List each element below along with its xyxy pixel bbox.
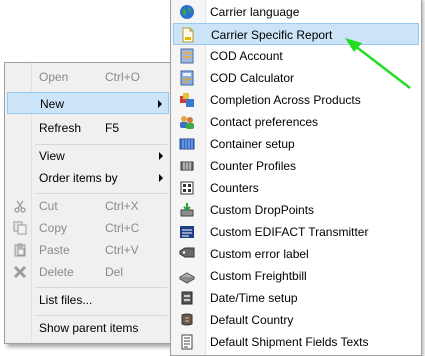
- submenu-item-cod-calculator[interactable]: COD Calculator: [173, 67, 419, 89]
- submenu-item-custom-edifact-transmitter[interactable]: Custom EDIFACT Transmitter: [173, 221, 419, 243]
- submenu-item-contact-preferences[interactable]: Contact preferences: [173, 111, 419, 133]
- menu-item-label: New: [40, 97, 65, 111]
- submenu-item-label: Default Country: [210, 313, 294, 327]
- copy-icon: [13, 221, 27, 235]
- counter-profile-icon: [180, 161, 194, 171]
- shortcut-label: Ctrl+O: [105, 70, 141, 84]
- submenu-item-label: Carrier Specific Report: [211, 28, 333, 42]
- shortcut-label: Ctrl+X: [105, 199, 139, 213]
- datetime-icon: [181, 291, 193, 305]
- shortcut-label: F5: [105, 121, 120, 135]
- submenu-arrow-icon: [159, 152, 163, 160]
- completion-icon: [180, 93, 194, 107]
- submenu-item-custom-error-label[interactable]: Custom error label: [173, 243, 419, 265]
- menu-item-view[interactable]: View: [7, 145, 169, 167]
- menu-separator: [35, 315, 167, 316]
- menu-item-label: Cut: [39, 199, 58, 213]
- submenu-item-label: Container setup: [210, 137, 295, 151]
- menu-item-label: Delete: [39, 265, 74, 279]
- menu-item-copy[interactable]: Copy Ctrl+C: [7, 217, 169, 239]
- submenu-item-counters[interactable]: Counters: [173, 177, 419, 199]
- new-submenu: Carrier language Carrier Specific Report…: [170, 0, 422, 356]
- country-icon: [181, 313, 193, 326]
- shortcut-label: Ctrl+V: [105, 243, 139, 257]
- submenu-item-label: Completion Across Products: [210, 93, 361, 107]
- delete-icon: [13, 265, 27, 279]
- menu-item-paste[interactable]: Paste Ctrl+V: [7, 239, 169, 261]
- menu-item-show-parent-items[interactable]: Show parent items: [7, 317, 169, 339]
- submenu-item-label: Default Shipment Fields Texts: [210, 335, 369, 349]
- report-icon: [182, 27, 194, 43]
- droppoint-icon: [180, 203, 194, 217]
- account-icon: [180, 48, 194, 64]
- submenu-arrow-icon: [159, 174, 163, 182]
- submenu-item-label: COD Account: [210, 49, 283, 63]
- shipment-fields-icon: [181, 334, 193, 350]
- menu-item-list-files[interactable]: List files...: [7, 289, 169, 311]
- scissors-icon: [14, 200, 26, 213]
- submenu-item-counter-profiles[interactable]: Counter Profiles: [173, 155, 419, 177]
- submenu-item-container-setup[interactable]: Container setup: [173, 133, 419, 155]
- submenu-item-label: Custom error label: [210, 247, 309, 261]
- submenu-item-default-country[interactable]: Default Country: [173, 309, 419, 331]
- submenu-item-label: Custom DropPoints: [210, 203, 315, 217]
- menu-item-delete[interactable]: Delete Del: [7, 261, 169, 283]
- container-icon: [179, 138, 195, 150]
- error-label-icon: [179, 247, 195, 258]
- submenu-item-label: Counters: [210, 181, 259, 195]
- menu-item-label: List files...: [39, 293, 93, 307]
- submenu-item-custom-freightbill[interactable]: Custom Freightbill: [173, 265, 419, 287]
- submenu-item-label: Carrier language: [210, 5, 300, 19]
- menu-item-label: Show parent items: [39, 321, 139, 335]
- counters-icon: [180, 181, 194, 195]
- submenu-item-label: COD Calculator: [210, 71, 295, 85]
- menu-item-refresh[interactable]: Refresh F5: [7, 117, 169, 139]
- submenu-item-custom-droppoints[interactable]: Custom DropPoints: [173, 199, 419, 221]
- submenu-item-label: Contact preferences: [210, 115, 319, 129]
- shortcut-label: Del: [105, 265, 124, 279]
- menu-item-new[interactable]: New: [7, 92, 169, 114]
- paste-icon: [14, 243, 26, 257]
- menu-item-order-items-by[interactable]: Order items by: [7, 167, 169, 189]
- submenu-item-label: Custom EDIFACT Transmitter: [210, 225, 369, 239]
- menu-item-cut[interactable]: Cut Ctrl+X: [7, 195, 169, 217]
- edifact-icon: [180, 226, 194, 238]
- menu-item-label: View: [39, 149, 65, 163]
- submenu-item-default-shipment-fields-texts[interactable]: Default Shipment Fields Texts: [173, 331, 419, 353]
- menu-item-open[interactable]: Open Ctrl+O: [7, 66, 169, 88]
- calculator-icon: [180, 70, 194, 86]
- submenu-item-carrier-specific-report[interactable]: Carrier Specific Report: [173, 23, 419, 45]
- menu-separator: [35, 193, 167, 194]
- menu-separator: [35, 287, 167, 288]
- submenu-arrow-icon: [158, 100, 162, 108]
- menu-item-label: Paste: [39, 243, 70, 257]
- submenu-item-carrier-language[interactable]: Carrier language: [173, 1, 419, 23]
- freightbill-icon: [179, 272, 195, 284]
- menu-item-label: Order items by: [39, 171, 118, 185]
- globe-icon: [180, 5, 194, 19]
- submenu-item-cod-account[interactable]: COD Account: [173, 45, 419, 67]
- context-menu: Open Ctrl+O New Refresh F5 View Order it…: [4, 62, 172, 344]
- submenu-item-label: Counter Profiles: [210, 159, 297, 173]
- menu-item-label: Open: [39, 70, 69, 84]
- menu-item-label: Copy: [39, 221, 68, 235]
- submenu-item-date-time-setup[interactable]: Date/Time setup: [173, 287, 419, 309]
- submenu-item-label: Date/Time setup: [210, 291, 298, 305]
- submenu-item-label: Custom Freightbill: [210, 269, 307, 283]
- menu-item-label: Refresh: [39, 121, 82, 135]
- contacts-icon: [180, 116, 194, 129]
- shortcut-label: Ctrl+C: [105, 221, 140, 235]
- submenu-item-completion-across-products[interactable]: Completion Across Products: [173, 89, 419, 111]
